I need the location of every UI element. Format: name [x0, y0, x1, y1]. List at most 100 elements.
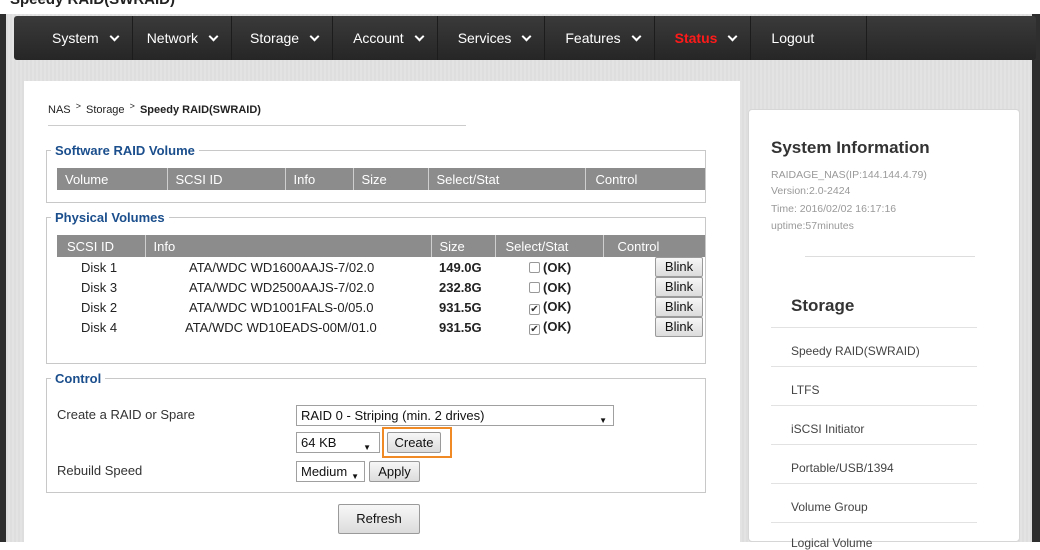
software-raid-legend: Software RAID Volume: [55, 143, 195, 158]
stat-label: (OK): [543, 259, 572, 275]
physical-volumes-legend: Physical Volumes: [55, 210, 165, 225]
stat-label: (OK): [543, 279, 572, 295]
nav-services[interactable]: Services: [438, 16, 545, 60]
apply-button[interactable]: Apply: [369, 461, 420, 482]
column-header-control: Control: [585, 168, 705, 190]
sidebar-item-speedy-raid[interactable]: Speedy RAID(SWRAID): [791, 344, 920, 358]
rebuild-speed-select[interactable]: Medium ▼: [296, 461, 365, 482]
cell-select-stat: ✔ (OK): [495, 297, 603, 317]
storage-title: Storage: [791, 296, 855, 315]
sidebar-item-divider: [771, 522, 977, 523]
breadcrumb: NAS > Storage > Speedy RAID(SWRAID): [48, 101, 261, 116]
raid-level-select[interactable]: RAID 0 - Striping (min. 2 drives) ▼: [296, 405, 614, 426]
cell-size: 232.8G: [439, 279, 482, 295]
column-header-select-stat: Select/Stat: [428, 168, 586, 190]
nav-logout-label: Logout: [771, 30, 815, 46]
software-raid-table: Volume SCSI ID Info Size Select/Stat Con…: [57, 168, 705, 190]
table-row: Disk 4 ATA/WDC WD10EADS-00M/01.0 931.5G …: [57, 317, 705, 337]
column-header-size: Size: [431, 235, 496, 257]
control-fieldset: Control Create a RAID or Spare RAID 0 - …: [46, 371, 706, 493]
breadcrumb-storage[interactable]: Storage: [86, 104, 125, 116]
nav-divider: [866, 16, 868, 60]
nav-system[interactable]: System: [14, 16, 132, 60]
stat-label: (OK): [543, 299, 572, 314]
system-info-sidebar: System Information RAIDAGE_NAS(IP:144.14…: [748, 109, 1020, 550]
raid-level-value: RAID 0 - Striping (min. 2 drives): [301, 408, 485, 423]
cell-control: Blink: [603, 277, 705, 297]
system-uptime: uptime:57minutes: [771, 220, 854, 232]
control-legend: Control: [55, 371, 102, 386]
sidebar-item-divider: [771, 366, 977, 367]
system-host-ip: RAIDAGE_NAS(IP:144.144.4.79): [771, 169, 927, 181]
physical-volumes-table: SCSI ID Info Size Select/Stat Control Di…: [57, 235, 705, 337]
chevron-down-icon: [521, 31, 532, 41]
breadcrumb-nas[interactable]: NAS: [48, 104, 71, 116]
sidebar-item-volume-group[interactable]: Volume Group: [791, 500, 868, 514]
nav-status[interactable]: Status: [655, 16, 751, 60]
cell-size: 931.5G: [439, 299, 482, 315]
cell-scsi-id: Disk 2: [81, 299, 118, 315]
refresh-button[interactable]: Refresh: [338, 504, 420, 534]
cell-info: ATA/WDC WD2500AAJS-7/02.0: [189, 279, 375, 295]
cell-control: Blink: [603, 297, 705, 317]
physical-volumes-fieldset: Physical Volumes SCSI ID Info Size Selec…: [46, 210, 706, 364]
chevron-down-icon: [414, 31, 425, 41]
chevron-down-icon: [208, 31, 219, 41]
select-checkbox[interactable]: [529, 261, 540, 273]
system-version: Version:2.0-2424: [771, 185, 851, 197]
blink-button[interactable]: Blink: [655, 317, 703, 337]
nav-status-label: Status: [674, 30, 718, 46]
stripe-size-value: 64 KB: [301, 435, 337, 450]
top-strip-text: Speedy RAID(SWRAID): [10, 0, 175, 8]
chevron-down-icon: [631, 31, 642, 41]
dropdown-arrow-icon: ▼: [363, 443, 371, 452]
blink-button[interactable]: Blink: [655, 297, 703, 317]
create-button[interactable]: Create: [387, 432, 441, 453]
nav-storage-label: Storage: [250, 30, 300, 46]
content-panel: NAS > Storage > Speedy RAID(SWRAID) Soft…: [24, 81, 740, 542]
cell-scsi-id: Disk 4: [81, 319, 118, 335]
nav-network[interactable]: Network: [133, 16, 231, 60]
sidebar-item-divider: [771, 327, 977, 328]
sidebar-item-portable-usb-1394[interactable]: Portable/USB/1394: [791, 461, 894, 475]
blink-button[interactable]: Blink: [655, 257, 703, 277]
nav-features[interactable]: Features: [545, 16, 653, 60]
blink-button[interactable]: Blink: [655, 277, 703, 297]
column-header-scsi-id: SCSI ID: [57, 235, 146, 257]
nav-account-label: Account: [353, 30, 404, 46]
column-header-scsi-id: SCSI ID: [167, 168, 286, 190]
cell-scsi-id: Disk 1: [81, 259, 118, 275]
rebuild-speed-value: Medium: [301, 464, 348, 479]
nav-account[interactable]: Account: [333, 16, 437, 60]
software-raid-fieldset: Software RAID Volume Volume SCSI ID Info…: [46, 143, 706, 203]
nav-logout[interactable]: Logout: [751, 16, 866, 60]
cell-info: ATA/WDC WD10EADS-00M/01.0: [185, 319, 377, 335]
stripe-size-select[interactable]: 64 KB ▼: [296, 432, 380, 453]
table-row: Disk 2 ATA/WDC WD1001FALS-0/05.0 931.5G …: [57, 297, 705, 317]
cell-select-stat: ✔ (OK): [495, 317, 603, 337]
sidebar-item-logical-volume[interactable]: Logical Volume: [791, 536, 872, 550]
chevron-down-icon: [109, 31, 120, 41]
sidebar-item-divider: [771, 483, 977, 484]
select-checkbox[interactable]: ✔: [529, 304, 540, 315]
sidebar-item-iscsi-initiator[interactable]: iSCSI Initiator: [791, 422, 864, 436]
column-header-info: Info: [145, 235, 432, 257]
column-header-size: Size: [353, 168, 429, 190]
cell-control: Blink: [603, 317, 705, 337]
cell-select-stat: (OK): [495, 257, 603, 277]
nav-storage[interactable]: Storage: [232, 16, 332, 60]
cell-select-stat: (OK): [495, 277, 603, 297]
cell-size: 931.5G: [439, 319, 482, 335]
cell-info: ATA/WDC WD1600AAJS-7/02.0: [189, 259, 375, 275]
select-checkbox[interactable]: [529, 281, 540, 293]
select-checkbox[interactable]: ✔: [529, 324, 540, 335]
stat-label: (OK): [543, 319, 572, 334]
nav-system-label: System: [52, 30, 99, 46]
table-row: Disk 3 ATA/WDC WD2500AAJS-7/02.0 232.8G …: [57, 277, 705, 297]
column-header-info: Info: [285, 168, 354, 190]
chevron-down-icon: [727, 31, 738, 41]
cell-size: 149.0G: [439, 259, 482, 275]
table-row: Disk 1 ATA/WDC WD1600AAJS-7/02.0 149.0G …: [57, 257, 705, 277]
sidebar-item-ltfs[interactable]: LTFS: [791, 383, 819, 397]
breadcrumb-current: Speedy RAID(SWRAID): [139, 104, 261, 116]
